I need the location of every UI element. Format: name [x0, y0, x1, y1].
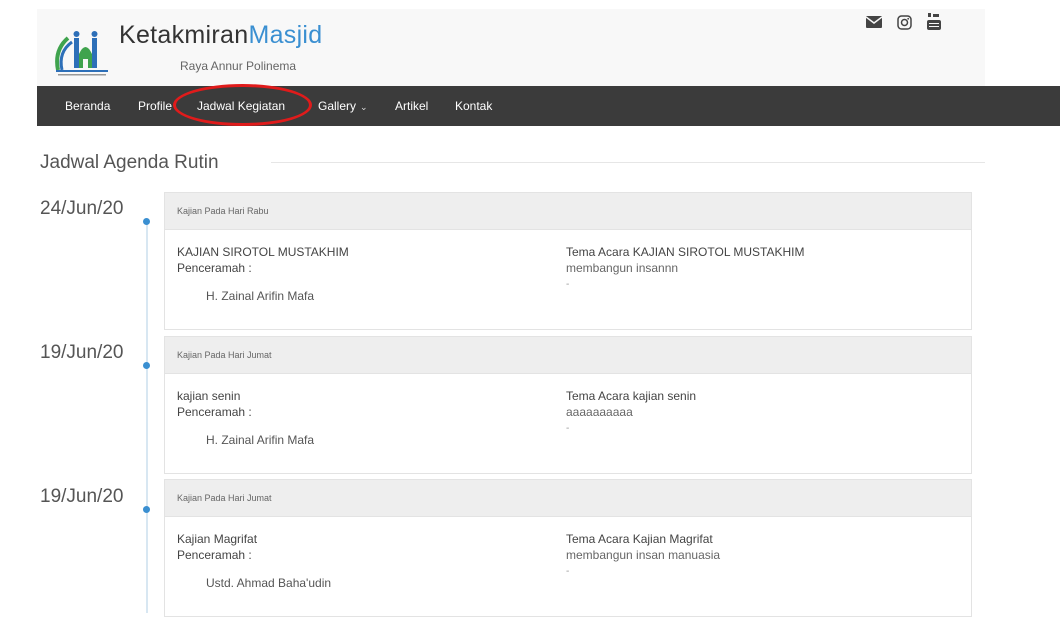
- nav-item-gallery-label: Gallery: [318, 99, 357, 113]
- nav-item-artikel[interactable]: Artikel: [395, 86, 428, 126]
- nav-item-beranda[interactable]: Beranda: [65, 86, 110, 126]
- event-card-header: Kajian Pada Hari Rabu: [165, 193, 971, 230]
- event-card: Kajian Pada Hari Jumat Kajian Magrifat P…: [164, 479, 972, 617]
- speaker-label: Penceramah :: [177, 261, 252, 275]
- event-note: -: [566, 279, 570, 290]
- site-subtitle: Raya Annur Polinema: [180, 59, 297, 73]
- event-theme: Tema Acara kajian senin: [566, 389, 697, 403]
- event-card-body: KAJIAN SIROTOL MUSTAKHIM Penceramah : H.…: [165, 230, 971, 329]
- event-card-body: kajian senin Penceramah : H. Zainal Arif…: [165, 374, 971, 473]
- event-card-header: Kajian Pada Hari Jumat: [165, 337, 971, 374]
- site-title[interactable]: KetakmiranMasjid: [119, 21, 323, 50]
- nav-item-gallery[interactable]: Gallery ⌄: [318, 86, 368, 126]
- nav-item-kontak[interactable]: Kontak: [455, 86, 492, 126]
- site-header: KetakmiranMasjid Raya Annur Polinema: [37, 9, 985, 86]
- event-date: 24/Jun/20: [40, 198, 124, 219]
- speaker-name: H. Zainal Arifin Mafa: [206, 433, 315, 447]
- mosque-logo[interactable]: [52, 20, 112, 78]
- nav-item-jadwal-kegiatan[interactable]: Jadwal Kegiatan: [197, 86, 285, 126]
- event-card: Kajian Pada Hari Rabu KAJIAN SIROTOL MUS…: [164, 192, 972, 330]
- event-theme: Tema Acara KAJIAN SIROTOL MUSTAKHIM: [566, 245, 805, 259]
- timeline-dot: [143, 362, 150, 369]
- event-date: 19/Jun/20: [40, 486, 124, 507]
- event-date: 19/Jun/20: [40, 342, 124, 363]
- site-title-accent: Masjid: [248, 21, 323, 49]
- speaker-label: Penceramah :: [177, 548, 252, 562]
- speaker-label: Penceramah :: [177, 405, 252, 419]
- event-card-body: Kajian Magrifat Penceramah : Ustd. Ahmad…: [165, 517, 971, 616]
- event-title: Kajian Magrifat: [177, 532, 258, 546]
- nav-item-profile[interactable]: Profile: [138, 86, 172, 126]
- section-title: Jadwal Agenda Rutin: [40, 152, 219, 173]
- site-title-plain: Ketakmiran: [119, 21, 249, 49]
- event-card: Kajian Pada Hari Jumat kajian senin Penc…: [164, 336, 972, 474]
- event-title: KAJIAN SIROTOL MUSTAKHIM: [177, 245, 349, 259]
- main-nav: Beranda Profile Jadwal Kegiatan Gallery ⌄…: [37, 86, 1060, 126]
- event-note: -: [566, 423, 570, 434]
- chevron-down-icon: ⌄: [360, 102, 368, 112]
- event-card-header: Kajian Pada Hari Jumat: [165, 480, 971, 517]
- event-note: -: [566, 566, 570, 577]
- timeline-line: [146, 220, 148, 613]
- event-title: kajian senin: [177, 389, 241, 403]
- page: KetakmiranMasjid Raya Annur Polinema Ber…: [0, 0, 1060, 617]
- timeline-dot: [143, 506, 150, 513]
- timeline-dot: [143, 218, 150, 225]
- speaker-name: H. Zainal Arifin Mafa: [206, 289, 315, 303]
- speaker-name: Ustd. Ahmad Baha'udin: [206, 576, 332, 590]
- event-description: aaaaaaaaaa: [566, 405, 633, 419]
- event-theme: Tema Acara Kajian Magrifat: [566, 532, 713, 546]
- event-description: membangun insannn: [566, 261, 679, 275]
- social-links: [865, 13, 943, 31]
- section-divider: [271, 162, 985, 163]
- instagram-icon[interactable]: [895, 13, 913, 31]
- event-description: membangun insan manuasia: [566, 548, 721, 562]
- youtube-icon[interactable]: [925, 13, 943, 31]
- envelope-icon[interactable]: [865, 13, 883, 31]
